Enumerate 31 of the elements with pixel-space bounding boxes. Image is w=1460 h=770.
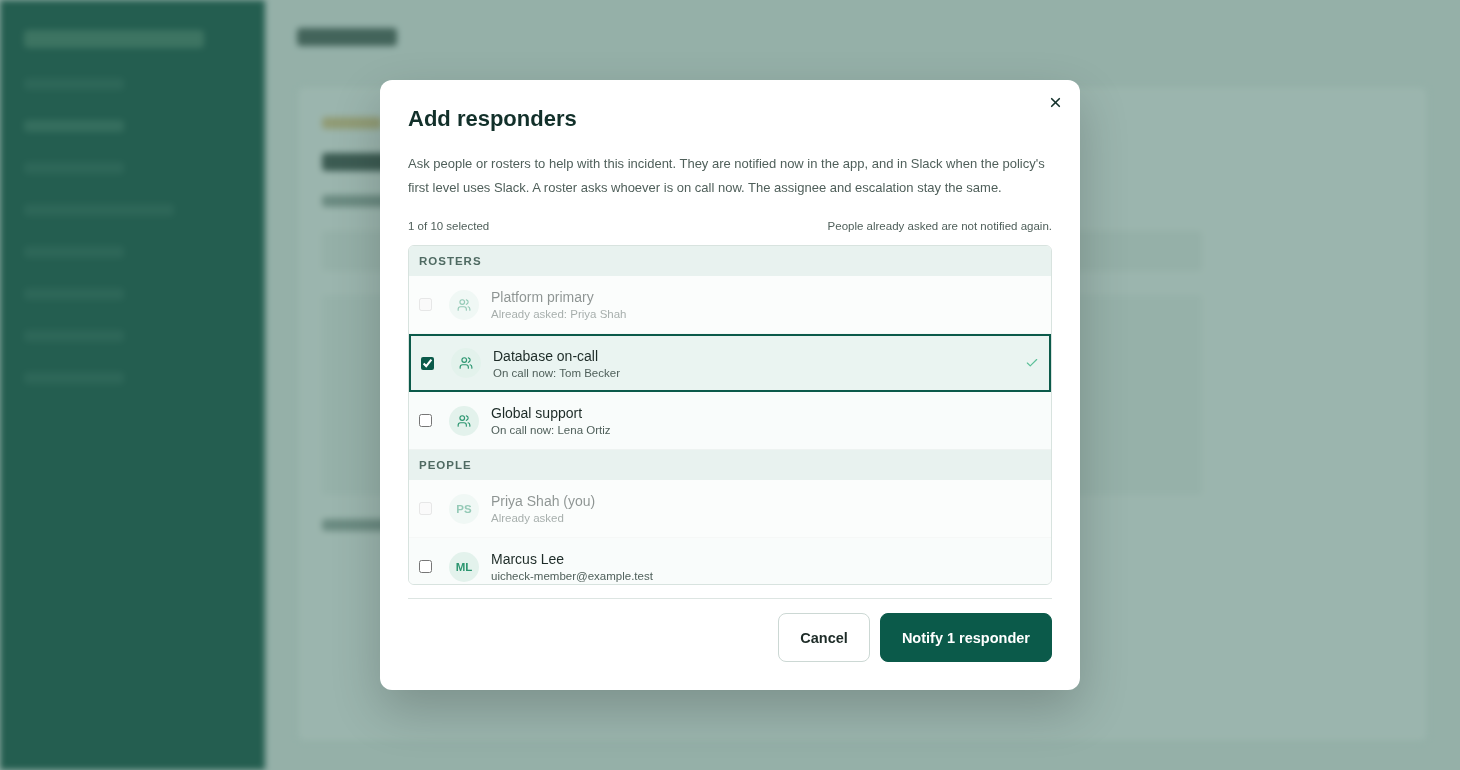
section-heading: PEOPLE — [409, 450, 1051, 480]
responder-name: Database on-call — [493, 347, 600, 364]
avatar-initials: ML — [455, 560, 473, 573]
people-group-icon — [457, 413, 471, 428]
avatar-initials: PS — [456, 502, 472, 515]
responder-detail: Already asked — [491, 512, 565, 524]
responder-name: Marcus Lee — [491, 551, 566, 567]
checkbox[interactable] — [419, 414, 432, 427]
close-icon — [1049, 96, 1062, 109]
responder-name: Priya Shah (you) — [491, 493, 597, 509]
section-heading: ROSTERS — [409, 246, 1051, 276]
responder-option[interactable]: Database on-call On call now: Tom Becker — [409, 334, 1051, 392]
people-group-icon — [457, 297, 471, 312]
cancel-button[interactable]: Cancel — [778, 613, 870, 662]
dialog-title: Add responders — [408, 106, 578, 132]
checkbox[interactable] — [419, 560, 432, 573]
responder-detail: uicheck-member@example.test — [491, 570, 654, 582]
responder-detail: Already asked: Priya Shah — [491, 308, 628, 320]
responder-name: Platform primary — [491, 289, 595, 305]
responder-name: Global support — [491, 405, 584, 421]
responder-option[interactable]: Global support On call now: Lena Ortiz — [409, 392, 1051, 450]
notify-button[interactable]: Notify 1 responder — [879, 613, 1052, 662]
selection-count: 1 of 10 selected — [408, 220, 490, 232]
responder-detail: On call now: Lena Ortiz — [491, 424, 612, 436]
notice-text: People already asked are not notified again. — [827, 220, 1052, 232]
dialog-description: Ask people or rosters to help with this incident. They are notified now in the app, and in Slack when the policy's first level uses Slack. A roster asks whoever is on call now. The assignee and escalation stay the same. — [408, 155, 1046, 197]
checkbox[interactable] — [421, 356, 434, 370]
people-group-icon — [459, 356, 473, 370]
responder-detail: On call now: Tom Becker — [493, 366, 621, 379]
check-icon — [1025, 356, 1039, 370]
responder-option[interactable]: ML Marcus Lee uicheck-member@example.test — [409, 538, 1051, 584]
